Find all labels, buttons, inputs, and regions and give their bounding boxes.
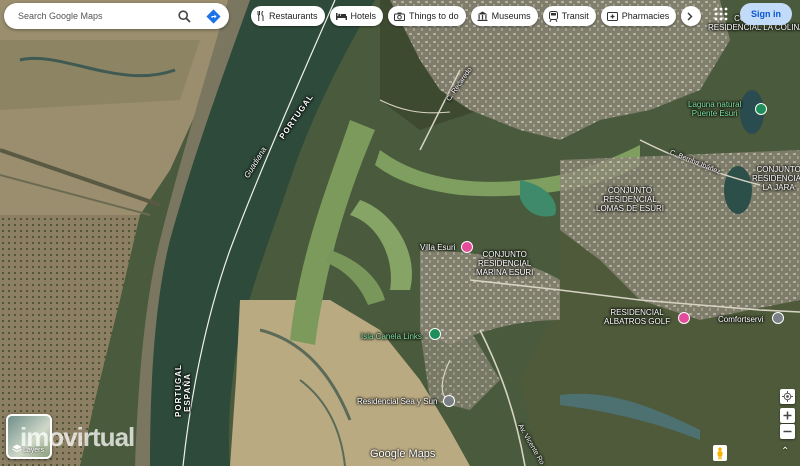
- place-villa-esuri[interactable]: Villa Esuri: [420, 243, 455, 252]
- chip-label: Things to do: [409, 11, 459, 21]
- hotel-pin-icon-albatros[interactable]: [678, 312, 690, 324]
- border-label-portugal: PORTUGAL: [173, 364, 183, 417]
- place-jara[interactable]: CONJUNTO RESIDENCIAL LA JARA: [752, 165, 800, 192]
- sign-in-button[interactable]: Sign in: [740, 3, 792, 25]
- chip-pharmacies[interactable]: Pharmacies: [600, 6, 677, 26]
- chip-label: Museums: [491, 11, 531, 21]
- border-label-espana: ESPAÑA: [182, 373, 192, 412]
- museum-icon: [477, 11, 488, 21]
- place-marina[interactable]: CONJUNTO RESIDENCIAL MARINA ESURI: [476, 250, 533, 277]
- search-box[interactable]: [4, 3, 229, 29]
- satellite-map[interactable]: PORTUGAL Guadiana PORTUGAL ESPAÑA Laguna…: [0, 0, 800, 466]
- street-view-button[interactable]: [713, 445, 727, 461]
- chip-museums[interactable]: Museums: [470, 6, 538, 26]
- chip-label: Restaurants: [269, 11, 318, 21]
- apps-grid-icon[interactable]: [714, 7, 728, 21]
- category-chips: Restaurants Hotels Things to do Museums …: [251, 6, 702, 26]
- minus-icon: [783, 430, 792, 433]
- expand-icon[interactable]: ⌃: [781, 446, 789, 457]
- chip-label: Hotels: [350, 11, 377, 21]
- place-lomas[interactable]: CONJUNTO RESIDENCIAL LOMAS DE ESURI: [596, 186, 664, 213]
- zoom-in-button[interactable]: [780, 408, 795, 423]
- crosshair-icon: [782, 391, 793, 402]
- directions-icon[interactable]: [205, 8, 221, 24]
- chevron-right-icon: [687, 12, 693, 20]
- bed-icon: [335, 13, 347, 20]
- place-pin-icon-comfort[interactable]: [772, 312, 784, 324]
- chip-things-to-do[interactable]: Things to do: [388, 6, 466, 26]
- chip-label: Transit: [561, 11, 589, 21]
- plus-icon: [783, 411, 792, 420]
- chips-next-button[interactable]: [681, 6, 702, 26]
- golf-pin-icon[interactable]: [429, 328, 441, 340]
- my-location-button[interactable]: [780, 389, 795, 404]
- pegman-icon: [717, 446, 723, 459]
- place-albatros[interactable]: RESIDENCIAL ALBATROS GOLF: [604, 308, 670, 326]
- google-maps-logo: Google Maps: [370, 448, 436, 460]
- fork-knife-icon: [257, 11, 264, 21]
- park-pin-icon[interactable]: [755, 103, 767, 115]
- camera-icon: [394, 12, 406, 21]
- search-icon[interactable]: [176, 8, 192, 24]
- place-pin-icon-seasun[interactable]: [443, 395, 455, 407]
- watermark: imovirtual: [20, 422, 135, 452]
- chip-hotels[interactable]: Hotels: [329, 6, 384, 26]
- search-input[interactable]: [18, 11, 168, 21]
- place-sea-sun[interactable]: Residencial Sea y Sun: [357, 397, 438, 406]
- pharmacy-icon: [606, 12, 618, 21]
- chip-label: Pharmacies: [621, 11, 670, 21]
- hotel-pin-icon-villa[interactable]: [461, 241, 473, 253]
- train-icon: [548, 10, 558, 22]
- chip-restaurants[interactable]: Restaurants: [251, 6, 325, 26]
- place-isla-canela[interactable]: Isla Canela Links: [361, 332, 422, 341]
- place-laguna[interactable]: Laguna natural Puente Esuri: [688, 100, 741, 118]
- place-comfortservi[interactable]: Comfortservi: [718, 315, 763, 324]
- zoom-out-button[interactable]: [780, 424, 795, 439]
- chip-transit[interactable]: Transit: [542, 6, 596, 26]
